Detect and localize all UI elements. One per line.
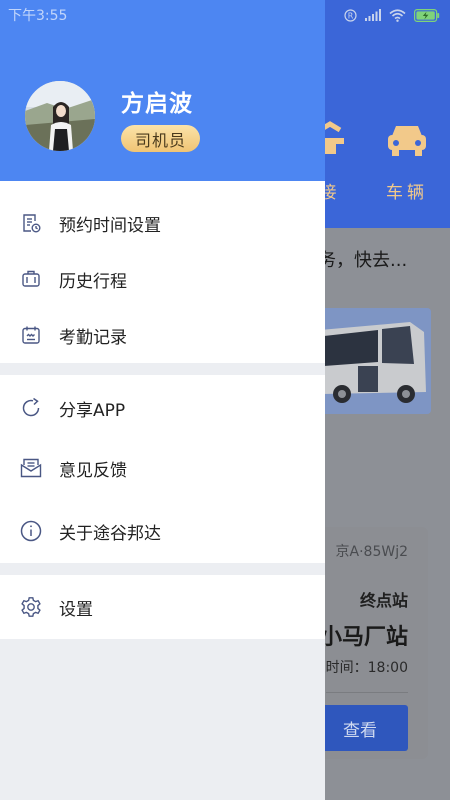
- share-icon: [20, 397, 42, 419]
- menu-item-share-app[interactable]: 分享APP: [0, 379, 325, 437]
- bus-illustration: [318, 308, 431, 414]
- end-station-label: 终点站: [359, 591, 408, 610]
- bus-banner-image[interactable]: [318, 308, 431, 414]
- menu-item-label: 历史行程: [59, 271, 127, 292]
- quick-action-label: 车辆: [386, 183, 428, 203]
- calendar-icon: [20, 324, 42, 346]
- menu-item-label: 关于途谷邦达: [59, 523, 161, 544]
- quick-action-vehicle[interactable]: 车辆: [362, 118, 450, 203]
- schedule-doc-icon: [20, 212, 42, 234]
- menu-item-label: 考勤记录: [59, 327, 127, 348]
- user-name: 方启波: [121, 91, 193, 117]
- drawer-menu: 预约时间设置 历史行程 考勤记录 分享APP 意见反馈 关于途谷邦达 设置: [0, 181, 325, 639]
- wifi-icon: [389, 8, 406, 22]
- menu-item-label: 分享APP: [59, 400, 126, 421]
- menu-group: 分享APP 意见反馈 关于途谷邦达: [0, 375, 325, 563]
- menu-separator: [0, 563, 325, 575]
- trip-card[interactable]: 京A·85Wj2 终点站 小马厂站 班时间：18:00 查看: [312, 527, 428, 759]
- menu-item-feedback[interactable]: 意见反馈: [0, 437, 325, 499]
- menu-item-history-trips[interactable]: 历史行程: [0, 251, 325, 307]
- card-divider: [326, 692, 408, 693]
- avatar[interactable]: [25, 81, 95, 151]
- svg-text:R: R: [348, 11, 354, 20]
- menu-item-attendance[interactable]: 考勤记录: [0, 307, 325, 363]
- menu-item-appointment-time[interactable]: 预约时间设置: [0, 195, 325, 251]
- battery-charging-icon: [414, 8, 440, 22]
- menu-item-about[interactable]: 关于途谷邦达: [0, 499, 325, 563]
- side-drawer: 方启波 司机员 预约时间设置 历史行程 考勤记录 分享APP 意见反馈 关于途谷…: [0, 0, 325, 800]
- menu-group: 预约时间设置 历史行程 考勤记录: [0, 181, 325, 363]
- gear-icon: [20, 596, 42, 618]
- menu-group: 设置: [0, 575, 325, 639]
- status-time: 下午3:55: [8, 8, 68, 24]
- info-icon: [20, 520, 42, 542]
- menu-item-label: 意见反馈: [59, 460, 127, 481]
- menu-separator: [0, 363, 325, 375]
- view-button[interactable]: 查看: [312, 705, 408, 751]
- plate-number: 京A·85Wj2: [335, 544, 408, 560]
- roaming-icon: R: [344, 8, 357, 22]
- end-station-name: 小马厂站: [319, 625, 408, 650]
- role-badge: 司机员: [121, 125, 200, 152]
- menu-item-label: 设置: [59, 599, 93, 620]
- status-icons: R: [344, 8, 440, 22]
- menu-item-settings[interactable]: 设置: [0, 575, 325, 639]
- feedback-icon: [20, 457, 42, 479]
- menu-item-label: 预约时间设置: [59, 215, 161, 236]
- status-bar: 下午3:55 R: [0, 0, 450, 30]
- shift-time: 班时间：18:00: [311, 660, 408, 676]
- signal-icon: [365, 9, 381, 21]
- car-icon: [388, 126, 426, 156]
- avatar-photo: [25, 81, 95, 151]
- luggage-icon: [20, 268, 42, 290]
